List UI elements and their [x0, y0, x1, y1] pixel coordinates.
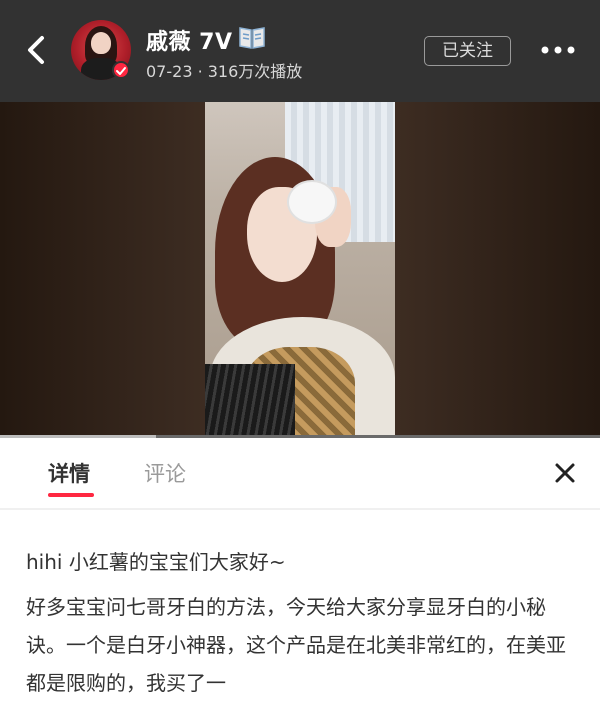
video-compact — [287, 180, 337, 224]
user-name[interactable]: 戚薇 7V — [146, 24, 233, 56]
more-button[interactable] — [538, 38, 578, 62]
video-frame — [205, 102, 395, 438]
close-button[interactable] — [552, 460, 578, 486]
tab-details[interactable]: 详情 — [48, 458, 90, 488]
book-icon — [238, 24, 266, 50]
post-title: hihi 小红薯的宝宝们大家好~ — [26, 550, 286, 574]
top-bar: 戚薇 7V 07-23 · 316万次播放 已关注 — [0, 0, 600, 102]
divider — [0, 508, 600, 510]
avatar-face — [91, 32, 111, 54]
verified-icon — [112, 61, 130, 79]
close-icon — [555, 463, 575, 483]
post-body: 好多宝宝问七哥牙白的方法，今天给大家分享显牙白的小秘诀。一个是白牙小神器，这个产… — [26, 595, 566, 695]
post-meta: 07-23 · 316万次播放 — [146, 62, 303, 81]
tab-comments[interactable]: 评论 — [144, 458, 186, 488]
follow-button[interactable]: 已关注 — [424, 36, 511, 66]
back-arrow-icon — [28, 36, 44, 64]
more-dots-icon — [541, 46, 575, 54]
video-brushes — [205, 364, 295, 438]
active-tab-indicator — [48, 493, 94, 497]
video-player[interactable] — [0, 102, 600, 438]
detail-panel: 详情 评论 hihi 小红薯的宝宝们大家好~ 好多宝宝问七哥牙白的方法，今天给大… — [0, 438, 600, 703]
back-button[interactable] — [18, 30, 58, 70]
